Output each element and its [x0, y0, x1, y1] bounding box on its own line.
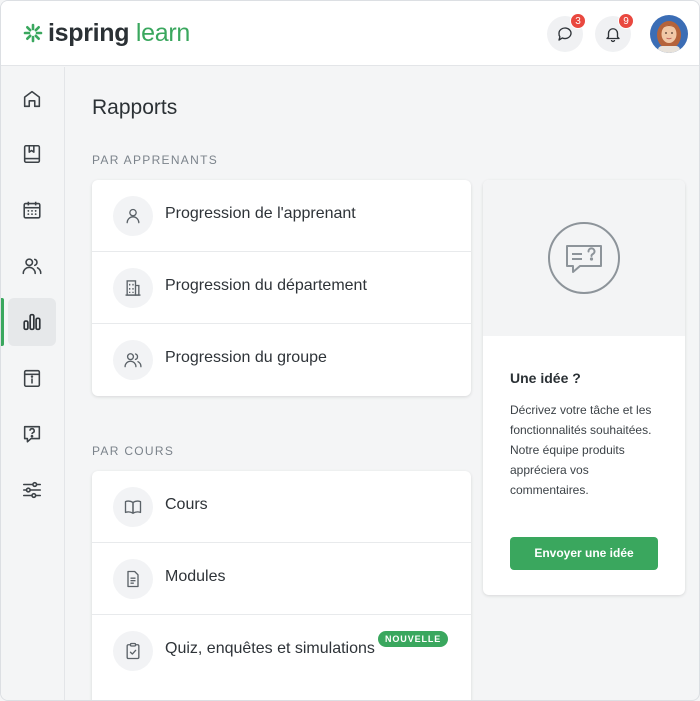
top-header: ispring learn 3 9 — [1, 1, 699, 66]
report-label: Modules — [165, 568, 226, 585]
book-icon — [23, 144, 41, 164]
logo-text-secondary: learn — [135, 19, 190, 47]
report-learner-progress[interactable]: Progression de l'apprenant — [92, 180, 471, 252]
report-modules[interactable]: Modules — [92, 543, 471, 615]
bar-chart-icon — [23, 313, 41, 331]
user-icon — [113, 196, 153, 236]
sidebar-item-info[interactable] — [8, 354, 56, 402]
report-courses[interactable]: Cours — [92, 471, 471, 543]
logo-text-primary: ispring — [48, 19, 130, 47]
idea-panel: Une idée ? Décrivez votre tâche et les f… — [483, 180, 685, 595]
chat-icon — [558, 27, 572, 41]
section-label-courses: PAR COURS — [92, 444, 175, 458]
idea-illustration — [483, 180, 685, 336]
building-icon — [113, 268, 153, 308]
calendar-icon — [23, 201, 41, 219]
document-icon — [113, 559, 153, 599]
learner-reports-card: Progression de l'apprenant Progression d… — [92, 180, 471, 396]
notifications-button[interactable]: 9 — [595, 13, 634, 52]
new-badge: NOUVELLE — [378, 631, 449, 647]
sidebar-item-settings[interactable] — [8, 466, 56, 514]
question-icon — [23, 425, 41, 443]
sidebar-item-home[interactable] — [8, 75, 56, 123]
sliders-icon — [22, 481, 42, 499]
app-logo[interactable]: ispring learn — [23, 19, 190, 47]
logo-text: ispring learn — [48, 19, 190, 47]
avatar-image — [650, 15, 688, 53]
sidebar-item-users[interactable] — [8, 242, 56, 290]
info-box-icon — [23, 369, 41, 388]
group-icon — [113, 340, 153, 380]
sidebar-nav — [1, 67, 65, 700]
report-label: Quiz, enquêtes et simulations — [165, 640, 375, 657]
sidebar-item-catalog[interactable] — [8, 130, 56, 178]
app-window: ispring learn 3 9 Rapports PAR APPRENANT… — [0, 0, 700, 701]
course-reports-card: Cours Modules Quiz, enquêtes et simulati… — [92, 471, 471, 700]
idea-description: Décrivez votre tâche et les fonctionnali… — [510, 403, 652, 497]
notifications-count-badge: 9 — [618, 13, 634, 29]
send-idea-button[interactable]: Envoyer une idée — [510, 537, 658, 570]
users-icon — [22, 258, 42, 275]
report-group-progress[interactable]: Progression du groupe — [92, 324, 471, 396]
report-label: Progression de l'apprenant — [165, 205, 356, 222]
section-label-learners: PAR APPRENANTS — [92, 153, 219, 167]
messages-button[interactable]: 3 — [547, 13, 586, 52]
messages-count-badge: 3 — [570, 13, 586, 29]
active-nav-indicator — [1, 298, 4, 346]
report-label: Cours — [165, 496, 208, 513]
report-department-progress[interactable]: Progression du département — [92, 252, 471, 324]
sidebar-item-calendar[interactable] — [8, 186, 56, 234]
bell-icon — [606, 28, 620, 43]
open-book-icon — [113, 487, 153, 527]
page-title: Rapports — [92, 96, 178, 119]
sidebar-item-help[interactable] — [8, 410, 56, 458]
idea-title: Une idée ? — [510, 370, 581, 386]
checklist-icon — [113, 631, 153, 671]
home-icon — [23, 90, 41, 108]
sidebar-item-reports[interactable] — [8, 298, 56, 346]
report-label: Progression du département — [165, 277, 367, 294]
speech-bubble-question-icon — [548, 222, 620, 294]
report-label: Progression du groupe — [165, 349, 327, 366]
user-avatar[interactable] — [650, 15, 688, 53]
ispring-burst-icon — [23, 23, 43, 43]
report-quizzes[interactable]: Quiz, enquêtes et simulations NOUVELLE — [92, 615, 471, 687]
